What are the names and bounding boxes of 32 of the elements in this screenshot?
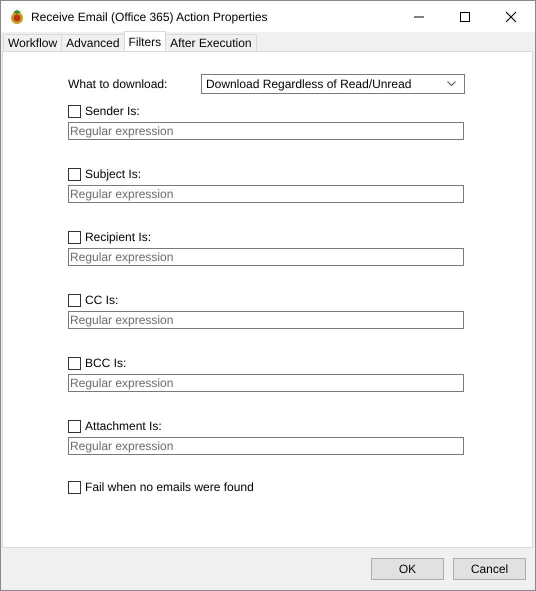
filter-checkbox[interactable]: CC Is: <box>68 292 118 308</box>
filter-checkbox[interactable]: Recipient Is: <box>68 229 152 245</box>
checkbox[interactable] <box>68 168 81 180</box>
filter-checkbox[interactable]: Subject Is: <box>68 166 142 182</box>
checkbox[interactable] <box>68 420 81 432</box>
close-icon[interactable] <box>505 10 517 22</box>
regex-input[interactable]: Regular expression <box>68 248 464 266</box>
tab[interactable]: Workflow <box>3 34 62 51</box>
chevron-icon <box>447 81 456 87</box>
field-label: What to download: <box>68 77 168 91</box>
checkbox[interactable] <box>68 104 81 118</box>
fail-checkbox[interactable]: Fail when no emails were found <box>68 479 254 495</box>
dialog-button[interactable]: Cancel <box>453 558 526 580</box>
checkbox[interactable] <box>68 356 81 370</box>
regex-input[interactable]: Regular expression <box>68 311 464 329</box>
checkbox[interactable] <box>68 230 81 244</box>
window-title: Receive Email (Office 365) Action Properties <box>31 10 269 24</box>
tab[interactable]: After Execution <box>165 34 257 51</box>
app-icon <box>9 8 25 24</box>
checkbox[interactable] <box>68 480 81 494</box>
regex-input[interactable]: Regular expression <box>68 122 464 140</box>
download-dropdown[interactable]: Download Regardless of Read/Unread <box>201 74 465 94</box>
filter-checkbox[interactable]: Attachment Is: <box>68 418 162 434</box>
filter-checkbox[interactable]: BCC Is: <box>68 355 126 371</box>
tab[interactable]: Filters <box>124 31 166 51</box>
regex-input[interactable]: Regular expression <box>68 185 464 203</box>
checkbox[interactable] <box>68 294 81 306</box>
maximize-icon[interactable] <box>459 10 471 22</box>
regex-input[interactable]: Regular expression <box>68 437 464 455</box>
dialog-button[interactable]: OK <box>371 558 444 580</box>
regex-input[interactable]: Regular expression <box>68 374 464 392</box>
filter-checkbox[interactable]: Sender Is: <box>68 103 140 119</box>
